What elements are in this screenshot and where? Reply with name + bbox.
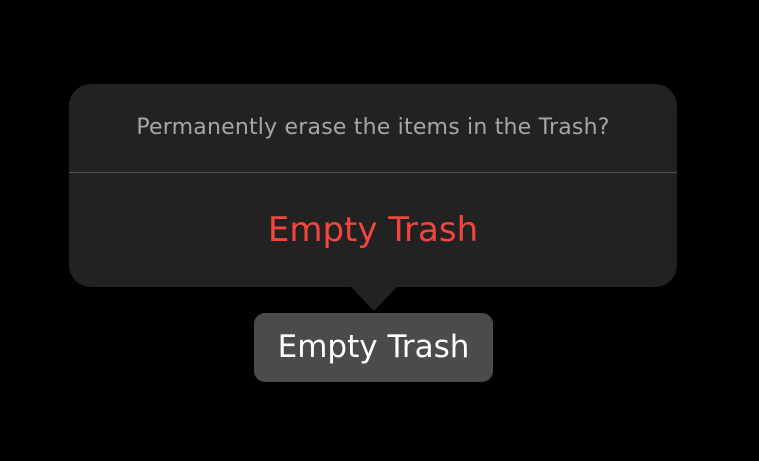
popover-message: Permanently erase the items in the Trash… — [136, 115, 610, 140]
confirmation-popover: Permanently erase the items in the Trash… — [69, 84, 677, 287]
empty-trash-confirm-button[interactable]: Empty Trash — [69, 173, 677, 287]
screen: Permanently erase the items in the Trash… — [0, 0, 759, 461]
popover-arrow — [350, 286, 398, 311]
empty-trash-button[interactable]: Empty Trash — [254, 313, 493, 382]
